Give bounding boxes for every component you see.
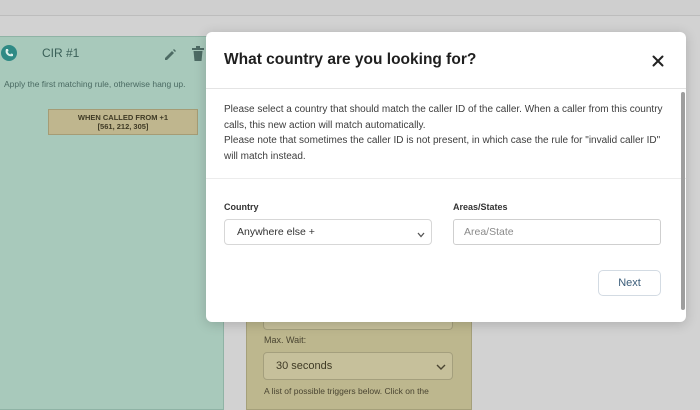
country-select-value: Anywhere else + [237,226,315,238]
modal-description: Please select a country that should matc… [224,102,664,164]
country-label: Country [224,202,259,212]
modal-title: What country are you looking for? [224,51,477,68]
rule-condition-box[interactable]: WHEN CALLED FROM +1 [561, 212, 305] [48,109,198,135]
close-icon[interactable] [650,53,666,69]
max-wait-select[interactable]: 30 seconds [263,352,453,380]
area-state-input[interactable] [453,219,661,245]
trash-icon[interactable] [192,46,204,61]
rule-card: CIR #1 Apply the first matching rule, ot… [0,36,224,410]
top-bar [0,0,700,16]
rule-condition-line2: [561, 212, 305] [97,122,149,131]
next-button[interactable]: Next [598,270,661,296]
rule-condition-line1: WHEN CALLED FROM +1 [77,113,169,122]
card-description: Apply the first matching rule, otherwise… [4,79,186,89]
pencil-icon[interactable] [163,47,177,61]
body-divider [206,178,686,179]
phone-avatar-icon [1,45,17,61]
header-divider [206,88,686,89]
chevron-down-icon [436,362,446,370]
description-paragraph-2: Please note that sometimes the caller ID… [224,135,661,162]
country-modal: What country are you looking for? Please… [206,32,686,322]
areas-label: Areas/States [453,202,508,212]
triggers-hint: A list of possible triggers below. Click… [264,386,429,396]
country-select[interactable]: Anywhere else + [224,219,432,245]
description-paragraph-1: Please select a country that should matc… [224,104,663,131]
card-title: CIR #1 [42,46,80,60]
max-wait-label: Max. Wait: [264,335,307,345]
modal-scrollbar[interactable] [680,88,686,322]
max-wait-value: 30 seconds [276,360,333,372]
scrollbar-thumb[interactable] [681,92,685,310]
chevron-down-icon [417,229,425,238]
